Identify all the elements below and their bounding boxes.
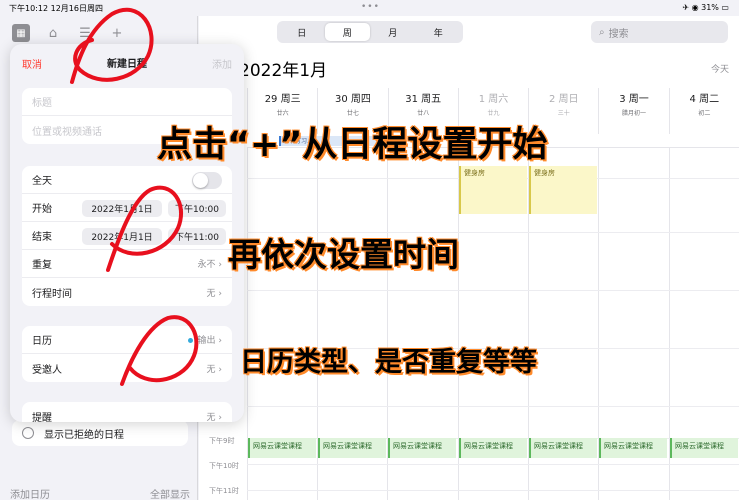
day-header[interactable]: 3 周一 腊月初一 [598, 88, 668, 134]
end-time-picker[interactable]: 下午11:00 [168, 228, 226, 245]
annotation-step-1: 点击“+”从日程设置开始 [157, 125, 548, 165]
start-date-picker[interactable]: 2022年1月1日 [82, 200, 162, 217]
event-block[interactable]: 网易云课堂课程 [459, 438, 527, 458]
event-block[interactable]: 健身房 [529, 166, 597, 214]
event-block[interactable]: 网易云课堂课程 [248, 438, 316, 458]
declined-radio[interactable] [22, 427, 34, 439]
chevron-right-icon: › [218, 412, 222, 423]
event-block[interactable]: 网易云课堂课程 [388, 438, 456, 458]
tab-year[interactable]: 年 [416, 23, 462, 41]
chevron-right-icon: › [218, 288, 222, 299]
search-placeholder: 搜索 [608, 28, 629, 40]
allday-toggle[interactable] [192, 172, 222, 189]
popover-title: 新建日程 [107, 59, 147, 70]
calendar-row[interactable]: 日历 输出 › [22, 326, 232, 354]
day-header[interactable]: 4 周二 初二 [668, 88, 739, 134]
event-block[interactable]: 网易云课堂课程 [529, 438, 597, 458]
tab-day[interactable]: 日 [279, 23, 325, 41]
add-event-button[interactable]: + [108, 24, 126, 42]
calendar-color-dot [187, 338, 193, 343]
popover-header: 取消 新建日程 添加 [10, 44, 244, 78]
event-block[interactable]: 网易云课堂课程 [670, 438, 738, 458]
tab-week[interactable]: 周 [324, 23, 370, 41]
annotation-step-2: 再依次设置时间 [228, 235, 459, 274]
multitask-dots-icon[interactable]: ••• [361, 2, 380, 12]
start-row: 开始 2022年1月1日 下午10:00 [22, 194, 232, 222]
event-block[interactable]: 健身房 [459, 166, 527, 214]
chevron-right-icon: › [218, 260, 222, 270]
grid-line [247, 290, 739, 291]
repeat-row[interactable]: 重复 永不 › [22, 250, 232, 278]
annotation-step-3: 日历类型、是否重复等等 [240, 347, 537, 378]
sidebar-toolbar: ▦ ⌂ ☰ + [12, 24, 126, 42]
alert-row[interactable]: 提醒 无 › [22, 402, 232, 423]
declined-label: 显示已拒绝的日程 [44, 429, 124, 441]
battery-level: 31% [701, 3, 719, 12]
search-field[interactable]: ⌕ 搜索 [591, 21, 728, 43]
time-label: 下午9时 [209, 437, 235, 445]
start-time-picker[interactable]: 下午10:00 [168, 200, 226, 217]
grid-line [247, 406, 739, 407]
event-block[interactable]: 网易云课堂课程 [599, 438, 667, 458]
sidebar-bottom: 添加日历 全部显示 [10, 486, 190, 500]
allday-row: 全天 [22, 166, 232, 194]
grid-line [247, 464, 739, 465]
show-all-button[interactable]: 全部显示 [150, 486, 190, 500]
calendar-list-icon[interactable]: ▦ [12, 24, 30, 42]
inbox-icon[interactable]: ⌂ [44, 24, 62, 42]
alert-card: 提醒 无 › [22, 402, 232, 422]
view-segmented-control: 日 周 月 年 [277, 21, 463, 43]
search-icon: ⌕ [599, 26, 605, 38]
tab-month[interactable]: 月 [370, 23, 416, 41]
title-input[interactable]: 标题 [22, 88, 232, 116]
add-button[interactable]: 添加 [212, 56, 232, 71]
status-right: ✈ ◉ 31% ▭ [682, 3, 729, 12]
chevron-right-icon: › [218, 336, 222, 346]
show-declined-row[interactable]: 显示已拒绝的日程 [12, 420, 188, 446]
add-calendar-button[interactable]: 添加日历 [10, 486, 50, 500]
time-card: 全天 开始 2022年1月1日 下午10:00 结束 2022年1月1日 下午1… [22, 166, 232, 306]
chevron-right-icon: › [218, 364, 222, 375]
time-grid: 健身房 健身房 网易云课堂课程 网易云课堂课程 网易云课堂课程 网易云课堂课程 … [247, 148, 739, 500]
calendar-card: 日历 输出 › 受邀人 无 › [22, 326, 232, 382]
end-date-picker[interactable]: 2022年1月1日 [82, 228, 162, 245]
list-icon[interactable]: ☰ [76, 24, 94, 42]
grid-line [247, 490, 739, 491]
today-button[interactable]: 今天 [711, 62, 729, 75]
time-label: 下午10时 [209, 462, 239, 470]
new-event-popover: 取消 新建日程 添加 标题 位置或视频通话 全天 开始 2022年1月1日 下午… [10, 44, 244, 422]
status-bar: 下午10:12 12月16日周四 ••• ✈ ◉ 31% ▭ [0, 0, 739, 16]
month-title: 2022年1月 [239, 61, 328, 81]
end-row: 结束 2022年1月1日 下午11:00 [22, 222, 232, 250]
status-time: 下午10:12 12月16日周四 [9, 4, 103, 13]
invitees-row[interactable]: 受邀人 无 › [22, 354, 232, 382]
time-label: 下午11时 [209, 487, 239, 495]
travel-time-row[interactable]: 行程时间 无 › [22, 278, 232, 306]
event-block[interactable]: 网易云课堂课程 [318, 438, 386, 458]
